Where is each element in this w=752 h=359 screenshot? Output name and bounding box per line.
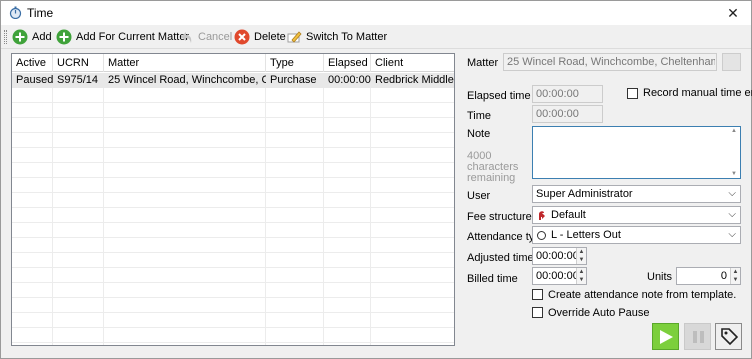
time-entries-grid[interactable]: Active UCRN Matter Type Elapsed Client P… [11,53,455,346]
characters-remaining-suffix: remaining [467,172,516,184]
units-label: Units [647,271,673,283]
pause-button[interactable] [684,323,711,350]
switch-to-matter-button[interactable]: Switch To Matter [286,28,387,46]
matter-browse-button[interactable] [722,53,741,71]
table-row[interactable]: Paused S975/14 25 Wincel Road, Winchcomb… [12,73,454,88]
plus-icon [12,29,28,45]
cell-ucrn: S975/14 [57,74,98,86]
elapsed-time-value: 00:00:00 [536,88,579,100]
cancel-button[interactable]: Cancel [178,28,232,46]
note-label: Note [467,128,491,140]
tag-icon [721,328,738,346]
adjusted-time-value: 00:00:00 [536,250,579,262]
note-textarea[interactable]: ▲ ▼ [532,126,741,179]
close-button[interactable]: ✕ [715,1,751,25]
switch-to-matter-label: Switch To Matter [306,31,388,43]
cell-matter: 25 Wincel Road, Winchcombe, Chelten... [108,74,266,86]
fee-structure-select[interactable]: Default ⌵ [532,206,741,224]
elapsed-time-field: 00:00:00 [532,85,603,103]
time-value: 00:00:00 [536,108,579,120]
attendance-type-value: L - Letters Out [551,229,621,241]
column-divider [103,73,104,345]
stopwatch-icon [9,6,22,19]
cancel-label: Cancel [198,31,233,43]
delete-x-icon [234,29,250,45]
delete-label: Delete [254,31,286,43]
add-label: Add [32,31,52,43]
column-header-ucrn[interactable]: UCRN [53,54,104,72]
matter-value: 25 Wincel Road, Winchcombe, Cheltenham, … [507,56,715,68]
adjusted-time-field[interactable]: 00:00:00 ▲ ▼ [532,247,587,265]
column-divider [265,73,266,345]
save-entry-button[interactable] [715,323,742,350]
window-title: Time [27,6,54,20]
radio-circle-icon [537,231,546,240]
column-header-client[interactable]: Client [371,54,454,72]
adjusted-time-label: Adjusted time [467,252,534,264]
play-icon [660,330,673,344]
grid-header: Active UCRN Matter Type Elapsed Client [12,54,454,72]
chevron-down-icon: ⌵ [728,188,736,199]
column-header-matter[interactable]: Matter [104,54,266,72]
user-select[interactable]: Super Administrator ⌵ [532,185,741,203]
time-label: Time [467,110,492,122]
cell-active: Paused [16,74,53,86]
column-header-active[interactable]: Active [12,54,53,72]
matter-label: Matter [467,57,499,69]
fee-structure-label: Fee structure [467,211,532,223]
note-scrollbar[interactable]: ▲ ▼ [730,127,740,178]
add-for-current-matter-label: Add For Current Matter [76,31,190,43]
column-divider [52,73,53,345]
undo-arrow-icon [181,32,192,43]
units-value: 0 [720,270,727,282]
switch-pencil-icon [287,31,302,43]
chevron-down-icon: ⌵ [728,209,736,220]
billed-time-field[interactable]: 00:00:00 ▲ ▼ [532,267,587,285]
fee-structure-icon [539,211,545,220]
column-header-type[interactable]: Type [266,54,324,72]
toolbar-grip[interactable] [4,30,7,44]
plus-icon [56,29,72,45]
record-manual-label: Record manual time entry [643,87,752,99]
override-auto-pause-checkbox[interactable] [532,307,543,318]
adjusted-time-spinner[interactable]: ▲ ▼ [576,248,586,264]
units-spinner[interactable]: ▲ ▼ [730,268,740,284]
chevron-down-icon: ⌵ [728,229,736,240]
time-window: Time ✕ Add Add For Current Matter Cancel [0,0,752,359]
add-button[interactable]: Add [12,28,52,46]
column-divider [370,73,371,345]
matter-field: 25 Wincel Road, Winchcombe, Cheltenham, … [503,53,717,71]
grid-row-lines [12,73,454,345]
create-attendance-note-checkbox[interactable] [532,289,543,300]
user-value: Super Administrator [536,188,633,200]
override-auto-pause-label: Override Auto Pause [548,307,650,319]
title-bar: Time ✕ [1,1,751,25]
start-button[interactable] [652,323,679,350]
toolbar: Add Add For Current Matter Cancel Delete [1,25,751,49]
elapsed-time-label: Elapsed time [467,90,531,102]
cell-client: Redbrick Middle T... [375,74,454,86]
user-label: User [467,190,491,202]
column-divider [323,73,324,345]
fee-structure-value: Default [551,209,586,221]
record-manual-checkbox[interactable] [627,88,638,99]
time-field: 00:00:00 [532,105,603,123]
attendance-type-select[interactable]: L - Letters Out ⌵ [532,226,741,244]
billed-time-spinner[interactable]: ▲ ▼ [576,268,586,284]
units-field[interactable]: 0 ▲ ▼ [676,267,741,285]
cell-type: Purchase [270,74,317,86]
pause-icon [693,331,704,343]
billed-time-value: 00:00:00 [536,270,579,282]
create-attendance-note-label: Create attendance note from template. [548,289,737,301]
billed-time-label: Billed time [467,273,518,285]
delete-button[interactable]: Delete [234,28,286,46]
cell-elapsed: 00:00:00 [328,74,371,86]
column-header-elapsed[interactable]: Elapsed [324,54,371,72]
add-for-current-matter-button[interactable]: Add For Current Matter [56,28,189,46]
